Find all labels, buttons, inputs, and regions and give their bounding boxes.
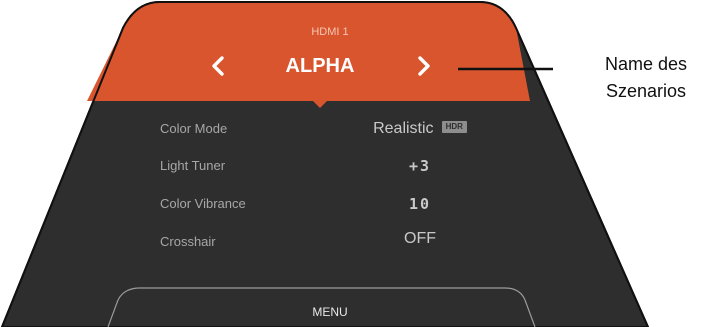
menu-button[interactable]: MENU <box>270 304 390 320</box>
setting-value-color-vibrance[interactable]: 10 <box>330 194 510 214</box>
callout-line-2: Szenarios <box>605 81 687 101</box>
callout-line-1: Name des <box>604 54 688 74</box>
setting-label-crosshair: Crosshair <box>160 234 216 249</box>
monitor-osd-screenshot: HDMI 1 ALPHA Color Mode Realistic HDR Lig… <box>0 0 718 327</box>
prev-scenario-button[interactable] <box>204 52 232 80</box>
hdr-badge: HDR <box>441 121 467 134</box>
setting-value-crosshair[interactable]: OFF <box>330 229 510 249</box>
setting-value-color-mode[interactable]: Realistic HDR <box>330 119 510 139</box>
setting-label-light-tuner: Light Tuner <box>160 158 226 173</box>
setting-label-color-vibrance: Color Vibrance <box>160 196 246 211</box>
input-source-label: HDMI 1 <box>311 26 349 38</box>
callout-label: Name des Szenarios <box>576 51 716 105</box>
next-scenario-button[interactable] <box>410 52 438 80</box>
chevron-left-icon <box>212 56 224 76</box>
color-mode-value: Realistic <box>373 120 434 137</box>
setting-value-light-tuner[interactable]: +3 <box>330 156 510 176</box>
chevron-right-icon <box>418 56 430 76</box>
scenario-name: ALPHA <box>285 55 355 77</box>
setting-label-color-mode: Color Mode <box>160 121 228 136</box>
